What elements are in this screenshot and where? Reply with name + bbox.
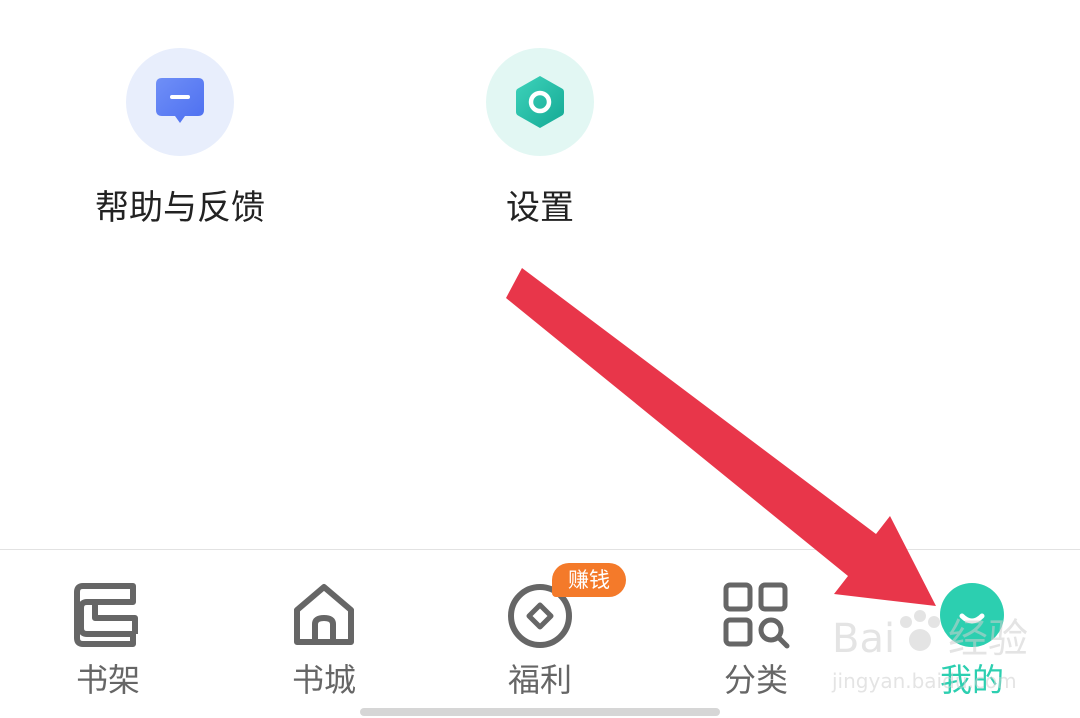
- home-icon: [294, 584, 354, 645]
- tab-mine-label: 我的: [939, 661, 1004, 699]
- help-feedback-shortcut[interactable]: 帮助与反馈: [60, 48, 300, 228]
- earn-money-badge: 赚钱: [552, 563, 626, 597]
- tab-welfare-label: 福利: [507, 661, 572, 699]
- tab-category[interactable]: 分类: [648, 550, 864, 718]
- smiley-face-icon: [940, 583, 1004, 647]
- tab-category-label: 分类: [723, 661, 788, 699]
- help-feedback-label: 帮助与反馈: [95, 188, 265, 228]
- settings-icon-circle: [486, 48, 594, 156]
- tab-bookshelf-label: 书架: [75, 661, 140, 699]
- bottom-tab-bar: 书架 书城 福利 分类 我的: [0, 549, 1080, 718]
- settings-hexagon-icon: [516, 76, 564, 128]
- tab-mine[interactable]: 我的: [864, 550, 1080, 718]
- category-grid-icon: [723, 582, 790, 649]
- settings-shortcut[interactable]: 设置: [420, 48, 660, 228]
- help-icon-circle: [126, 48, 234, 156]
- tab-bookshelf[interactable]: 书架: [0, 550, 216, 718]
- message-icon: [156, 78, 204, 123]
- tab-bookstore[interactable]: 书城: [216, 550, 432, 718]
- bookshelf-icon: [74, 583, 138, 647]
- home-indicator[interactable]: [360, 708, 720, 716]
- settings-label: 设置: [506, 188, 574, 228]
- tab-bookstore-label: 书城: [291, 661, 356, 699]
